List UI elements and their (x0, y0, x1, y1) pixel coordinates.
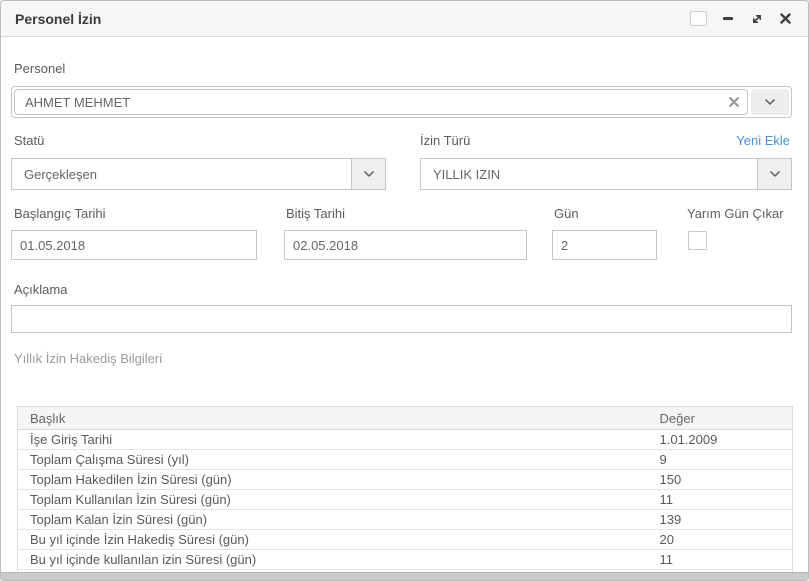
personel-combobox (11, 86, 792, 118)
statu-dropdown-button[interactable] (351, 159, 385, 189)
window-bottom-edge (1, 572, 808, 580)
window-controls (684, 1, 800, 36)
dialog-title: Personel İzin (15, 11, 101, 27)
izin-turu-value: YILLIK IZIN (433, 159, 751, 189)
gun-label: Gün (554, 206, 579, 221)
row-baslik: Toplam Hakedilen İzin Süresi (gün) (18, 470, 648, 490)
column-header-baslik: Başlık (18, 407, 648, 430)
close-button[interactable] (771, 1, 800, 36)
row-baslik: Toplam Kalan İzin Süresi (gün) (18, 510, 648, 530)
row-deger: 139 (648, 510, 793, 530)
row-baslik: Bu yıl içinde kullanılan izin Süresi (gü… (18, 550, 648, 570)
dialog-content: Personel Statü Gerçekleşen (1, 37, 808, 580)
row-deger: 1.01.2009 (648, 430, 793, 450)
chevron-down-icon (363, 170, 375, 178)
bitis-tarihi-label: Bitiş Tarihi (286, 206, 345, 221)
statu-value: Gerçekleşen (24, 159, 345, 189)
minimize-button[interactable] (713, 1, 742, 36)
personel-izin-dialog: Personel İzin (0, 0, 809, 581)
gun-input[interactable] (552, 230, 657, 260)
row-baslik: Toplam Çalışma Süresi (yıl) (18, 450, 648, 470)
row-deger: 11 (648, 490, 793, 510)
hakedis-table: Başlık Değer İşe Giriş Tarihi 1.01.2009 … (17, 406, 793, 581)
personel-label: Personel (14, 61, 65, 76)
minimize-icon (723, 17, 733, 20)
table-row: Toplam Kullanılan İzin Süresi (gün) 11 (18, 490, 793, 510)
yeni-ekle-link[interactable]: Yeni Ekle (736, 133, 790, 148)
restore-box-icon (690, 11, 707, 26)
table-header-row: Başlık Değer (18, 407, 793, 430)
statu-label: Statü (14, 133, 44, 148)
close-icon (780, 13, 791, 24)
personel-dropdown-button[interactable] (751, 89, 789, 115)
row-deger: 11 (648, 550, 793, 570)
statu-dropdown[interactable]: Gerçekleşen (11, 158, 386, 190)
hakedis-table-body: İşe Giriş Tarihi 1.01.2009 Toplam Çalışm… (18, 430, 793, 581)
table-row: Toplam Hakedilen İzin Süresi (gün) 150 (18, 470, 793, 490)
chevron-down-icon (769, 170, 781, 178)
table-row: Toplam Kalan İzin Süresi (gün) 139 (18, 510, 793, 530)
row-baslik: Toplam Kullanılan İzin Süresi (gün) (18, 490, 648, 510)
maximize-button[interactable] (742, 1, 771, 36)
table-row: Toplam Çalışma Süresi (yıl) 9 (18, 450, 793, 470)
restore-box-button[interactable] (684, 1, 713, 36)
aciklama-input[interactable] (11, 305, 792, 333)
row-baslik: İşe Giriş Tarihi (18, 430, 648, 450)
baslangic-tarihi-input[interactable] (11, 230, 257, 260)
row-deger: 150 (648, 470, 793, 490)
row-baslik: Bu yıl içinde İzin Hakediş Süresi (gün) (18, 530, 648, 550)
row-deger: 9 (648, 450, 793, 470)
chevron-down-icon (764, 98, 776, 106)
clear-icon[interactable] (729, 87, 739, 117)
izin-turu-label: İzin Türü (420, 133, 470, 148)
yarim-gun-cikar-checkbox[interactable] (688, 231, 707, 250)
personel-input[interactable] (14, 89, 748, 115)
izin-turu-dropdown[interactable]: YILLIK IZIN (420, 158, 792, 190)
izin-turu-dropdown-button[interactable] (757, 159, 791, 189)
baslangic-tarihi-label: Başlangıç Tarihi (14, 206, 106, 221)
yarim-gun-cikar-label: Yarım Gün Çıkar (687, 206, 784, 221)
table-row: İşe Giriş Tarihi 1.01.2009 (18, 430, 793, 450)
hakedis-section-title: Yıllık İzin Hakediş Bilgileri (14, 351, 162, 366)
table-row: Bu yıl içinde İzin Hakediş Süresi (gün) … (18, 530, 793, 550)
maximize-icon (750, 12, 764, 26)
row-deger: 20 (648, 530, 793, 550)
table-row: Bu yıl içinde kullanılan izin Süresi (gü… (18, 550, 793, 570)
dialog-titlebar[interactable]: Personel İzin (1, 1, 808, 37)
bitis-tarihi-input[interactable] (284, 230, 527, 260)
aciklama-label: Açıklama (14, 282, 67, 297)
column-header-deger: Değer (648, 407, 793, 430)
